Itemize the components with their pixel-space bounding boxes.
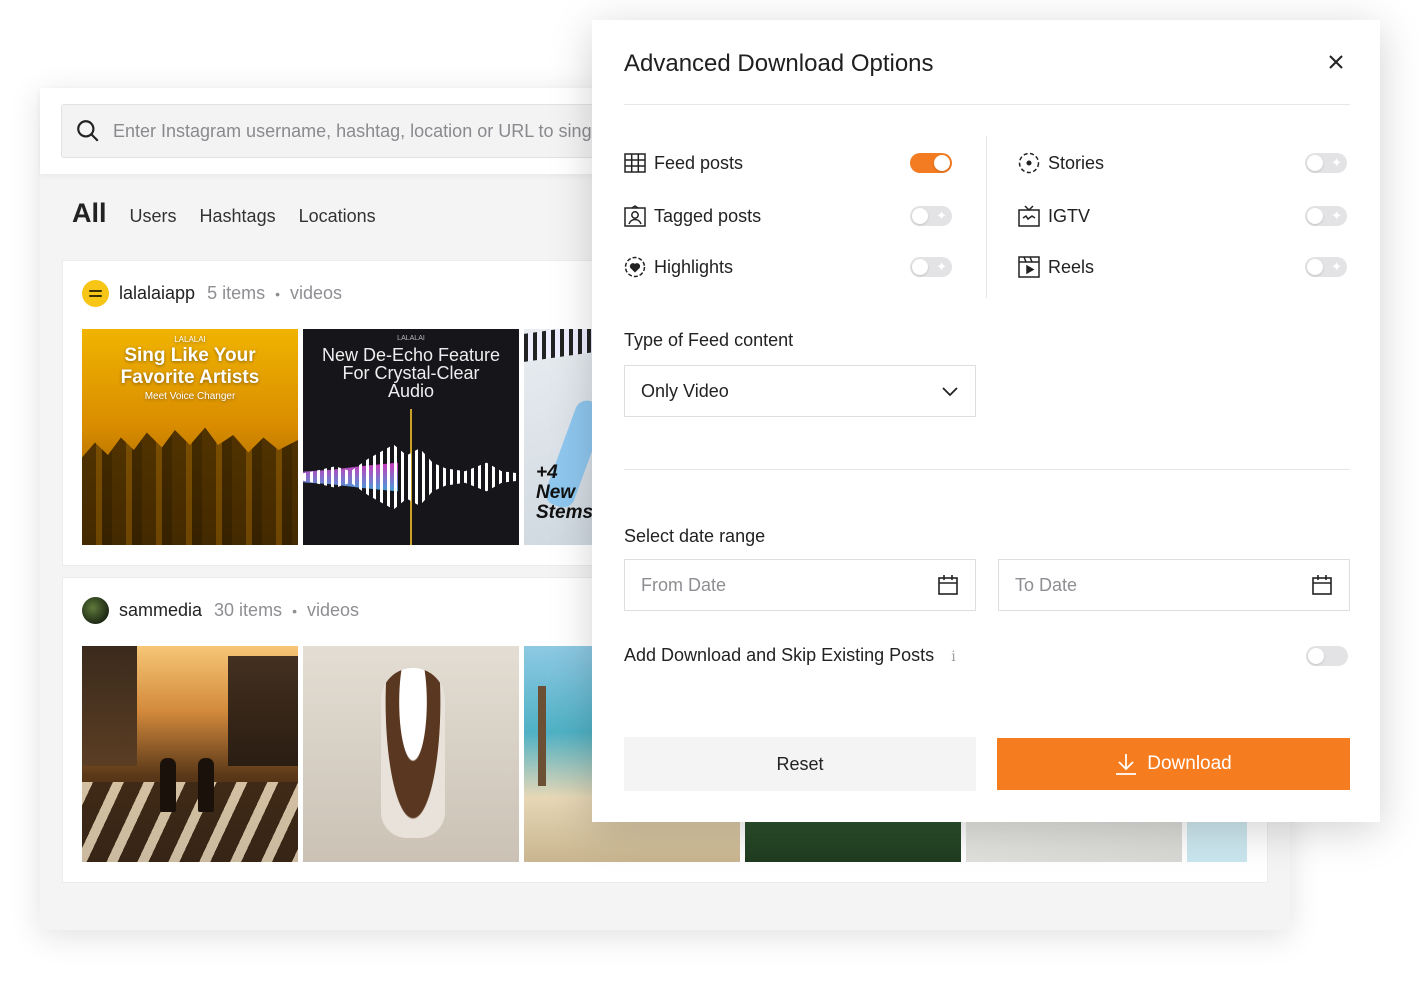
thumb-caption: Audio [387,381,435,401]
heart-circle-icon [624,256,646,278]
option-stories: Stories [1018,148,1104,178]
thumb-caption: Favorite Artists [120,367,260,388]
thumbnail[interactable]: +4 New Stems [524,329,594,545]
thumb-caption: Sing Like Your [124,345,256,366]
feed-type-label: Type of Feed content [624,330,794,350]
media-type: videos [306,600,359,620]
skip-existing-label: Add Download and Skip Existing Posts [624,645,935,665]
tagged-person-icon [624,205,646,227]
username[interactable]: sammedia [119,600,202,621]
crowd-silhouette [82,427,298,545]
tv-icon [1018,205,1040,227]
piano-keys [524,329,594,362]
reels-icon [1018,256,1040,278]
skip-existing-row: Add Download and Skip Existing Posts i [624,645,956,666]
feed-posts-toggle[interactable] [910,153,952,173]
thumbnail[interactable]: LALALAI Sing Like Your Favorite Artists … [82,329,298,545]
wooden-post [538,686,546,786]
option-igtv: IGTV [1018,201,1090,231]
feed-type-select[interactable]: Only Video [624,365,976,417]
tab-all[interactable]: All [72,198,107,229]
grid-icon [624,153,646,173]
modal-title: Advanced Download Options [624,50,934,77]
tab-hashtags[interactable]: Hashtags [200,206,276,227]
crosswalk [82,782,298,862]
thumb-brand: LALALAI [174,335,206,344]
sparkle-icon: ✦ [936,259,947,274]
username[interactable]: lalalaiapp [119,283,195,304]
download-button[interactable]: Download [997,738,1350,790]
thumb-caption: New [536,482,576,503]
divider [624,104,1350,105]
thumbnail[interactable] [303,646,519,862]
advanced-download-modal: Advanced Download Options Feed posts Tag… [592,20,1380,822]
calendar-icon[interactable] [937,574,959,596]
separator-dot: • [292,602,297,619]
divider [624,469,1350,470]
from-date-field[interactable]: From Date [624,559,976,611]
person [198,758,214,812]
from-date-placeholder: From Date [641,574,727,595]
thumb-caption: Stems [536,502,594,523]
option-highlights: Highlights [624,252,733,282]
result-header: lalalaiapp 5 items • videos [82,280,342,307]
date-range-label: Select date range [624,526,766,546]
sparkle-icon: ✦ [1331,259,1342,274]
sparkle-icon: ✦ [1331,208,1342,223]
highlights-toggle[interactable]: ✦ [910,257,952,277]
search-icon[interactable] [75,118,101,144]
tab-users[interactable]: Users [130,206,177,227]
option-label: IGTV [1048,205,1091,226]
thumb-caption: Meet Voice Changer [144,391,236,402]
option-tagged-posts: Tagged posts [624,201,761,231]
close-icon[interactable] [1326,52,1346,72]
to-date-field[interactable]: To Date [998,559,1350,611]
result-header: sammedia 30 items • videos [82,597,359,624]
info-icon[interactable]: i [951,649,955,665]
separator-dot: • [275,285,280,302]
option-label: Feed posts [654,152,744,173]
option-label: Highlights [654,256,734,277]
option-label: Reels [1048,256,1095,277]
option-feed-posts: Feed posts [624,148,743,178]
thumb-caption: +4 [536,462,558,483]
thumbnail[interactable] [82,646,298,862]
item-count: 5 items [207,283,266,303]
to-date-placeholder: To Date [1015,574,1078,595]
filter-tabs: All Users Hashtags Locations [72,198,376,229]
building [82,646,137,766]
thumbnail-row: LALALAI Sing Like Your Favorite Artists … [82,329,594,545]
download-icon [1116,754,1137,775]
skip-existing-toggle[interactable] [1306,646,1348,666]
item-count: 30 items [214,600,283,620]
dog [381,668,445,838]
reels-toggle[interactable]: ✦ [1305,257,1347,277]
reset-label: Reset [776,753,824,774]
tagged-posts-toggle[interactable]: ✦ [910,206,952,226]
feed-type-value: Only Video [641,380,729,401]
option-reels: Reels [1018,252,1094,282]
stories-toggle[interactable]: ✦ [1305,153,1347,173]
reset-button[interactable]: Reset [624,737,976,791]
avatar[interactable] [82,597,109,624]
igtv-toggle[interactable]: ✦ [1305,206,1347,226]
option-label: Tagged posts [654,205,762,226]
sparkle-icon: ✦ [936,208,947,223]
chevron-down-icon [942,387,958,397]
person [160,758,176,812]
download-label: Download [1147,753,1232,774]
building [228,656,298,766]
stories-circle-icon [1018,152,1040,174]
thumbnail[interactable]: LALALAI New De-Echo Feature For Crystal-… [303,329,519,545]
tab-locations[interactable]: Locations [299,206,376,227]
media-type: videos [290,283,343,303]
option-label: Stories [1048,152,1105,173]
sparkle-icon: ✦ [1331,155,1342,170]
column-divider [986,136,987,298]
calendar-icon[interactable] [1311,574,1333,596]
thumb-brand: LALALAI [397,335,425,342]
avatar[interactable] [82,280,109,307]
